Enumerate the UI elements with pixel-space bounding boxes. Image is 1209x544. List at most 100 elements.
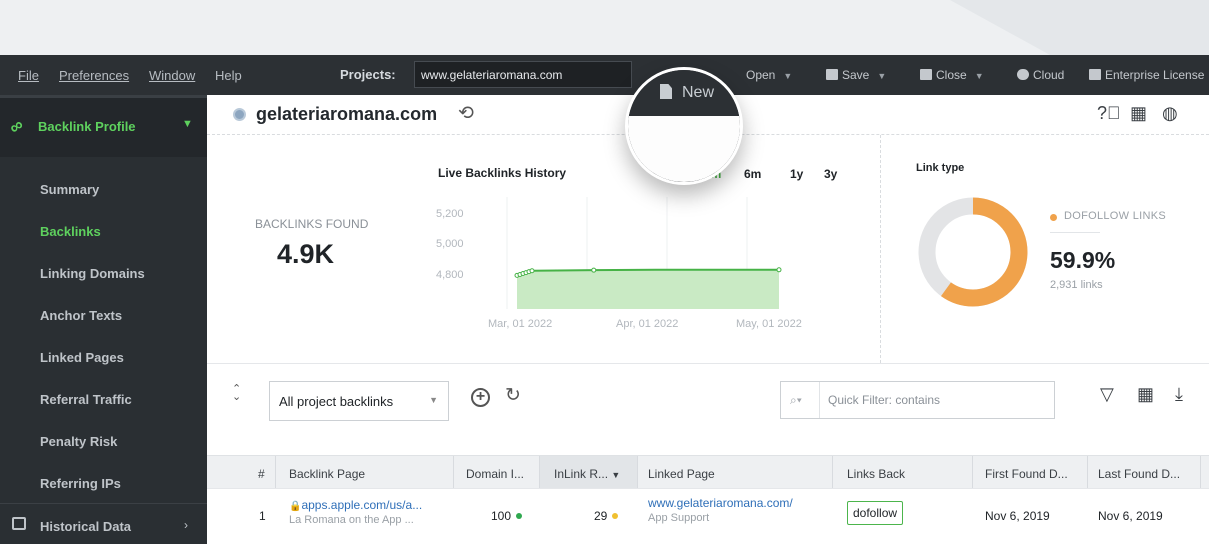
- dofollow-legend-label: DOFOLLOW LINKS: [1064, 210, 1166, 222]
- projects-label: Projects:: [340, 67, 396, 82]
- columns-icon[interactable]: ▦: [1137, 384, 1154, 405]
- save-button[interactable]: Save ▼: [826, 68, 886, 82]
- inlink-rank-value: 29: [594, 509, 619, 523]
- open-button[interactable]: Open ▼: [746, 68, 792, 82]
- column-header-first-found[interactable]: First Found D...: [985, 467, 1068, 481]
- link-icon: ∞: [5, 114, 28, 138]
- cloud-icon: [1017, 69, 1029, 80]
- menu-window[interactable]: Window: [149, 68, 195, 83]
- refresh-icon[interactable]: ↻: [505, 384, 521, 407]
- dofollow-percent: 59.9%: [1050, 247, 1116, 273]
- new-document-icon: [660, 84, 672, 99]
- chevron-down-icon: ▼: [974, 71, 984, 81]
- backlinks-found-value: 4.9K: [277, 239, 335, 269]
- new-button[interactable]: New: [660, 84, 714, 102]
- enterprise-license-button[interactable]: Enterprise License: [1089, 68, 1204, 82]
- new-label: New: [682, 84, 715, 101]
- save-icon: [826, 69, 838, 80]
- column-header-backlink-page[interactable]: Backlink Page: [289, 467, 365, 481]
- backlinks-found-label: BACKLINKS FOUND: [255, 217, 369, 231]
- menu-help[interactable]: Help: [215, 68, 242, 83]
- link-type-donut: [918, 197, 1028, 307]
- x-tick-label: Mar, 01 2022: [488, 318, 553, 330]
- divider: [1087, 456, 1088, 488]
- range-1y[interactable]: 1y: [790, 167, 803, 181]
- project-select[interactable]: www.gelateriaromana.com: [414, 61, 632, 88]
- filter-select-value: All project backlinks: [279, 394, 394, 409]
- column-header-label: InLink R...: [554, 467, 609, 481]
- quick-filter-input[interactable]: ⌕▾ Quick Filter: contains: [780, 381, 1055, 419]
- sidebar: ∞ Backlink Profile ▼ Summary Backlinks L…: [0, 95, 207, 544]
- menu-preferences[interactable]: Preferences: [59, 68, 129, 83]
- chevron-down-icon: ▼: [877, 71, 887, 81]
- x-tick-label: Apr, 01 2022: [616, 318, 679, 330]
- history-chart: [506, 197, 782, 309]
- backlink-url[interactable]: 🔒apps.apple.com/us/a...: [289, 498, 422, 512]
- y-tick-label: 5,000: [436, 238, 464, 250]
- linked-url[interactable]: www.gelateriaromana.com/: [648, 496, 793, 510]
- sidebar-item-summary[interactable]: Summary: [40, 182, 99, 197]
- save-label: Save: [842, 68, 870, 82]
- status-dot: [612, 513, 619, 519]
- expand-collapse-icon[interactable]: ⌃ ⌄: [232, 384, 241, 403]
- history-chart-title: Live Backlinks History: [438, 166, 567, 180]
- column-header-last-found[interactable]: Last Found D...: [1098, 467, 1180, 481]
- series-area: [517, 269, 779, 309]
- last-found-date: Nov 6, 2019: [1098, 509, 1163, 523]
- search-icon: ⌕▾: [790, 393, 802, 407]
- divider: [637, 456, 638, 488]
- divider: [972, 456, 973, 488]
- backlinks-filter-select[interactable]: All project backlinks ▼: [269, 381, 449, 421]
- column-header-inlink-rank[interactable]: InLink R... ▼: [554, 467, 620, 481]
- divider: [880, 135, 881, 363]
- sidebar-item-referral-traffic[interactable]: Referral Traffic: [40, 392, 132, 407]
- globe-icon[interactable]: ◍: [1162, 103, 1178, 124]
- site-favicon-icon: [233, 108, 246, 121]
- status-dot: [516, 513, 523, 519]
- data-point: [591, 267, 597, 273]
- app-window: File Preferences Window Help Projects: w…: [0, 55, 1209, 544]
- lock-icon: 🔒: [289, 501, 302, 512]
- sidebar-item-linked-pages[interactable]: Linked Pages: [40, 350, 124, 365]
- open-label: Open: [746, 68, 776, 82]
- download-icon[interactable]: ⤓: [1175, 384, 1183, 405]
- project-select-value: www.gelateriaromana.com: [421, 68, 563, 82]
- domain-inlink-text: 100: [491, 509, 512, 523]
- sidebar-item-linking-domains[interactable]: Linking Domains: [40, 266, 145, 281]
- table-header: # Backlink Page Domain I... InLink R... …: [207, 455, 1209, 488]
- cloud-button[interactable]: Cloud: [1017, 68, 1064, 82]
- data-point: [776, 267, 782, 273]
- divider: [1050, 232, 1100, 233]
- backlink-url-text: apps.apple.com/us/a...: [301, 498, 423, 512]
- divider: [453, 456, 454, 488]
- divider: [1200, 456, 1201, 488]
- help-icon[interactable]: ?⃝: [1097, 103, 1121, 124]
- filter-icon[interactable]: ▽: [1100, 384, 1114, 405]
- sidebar-section-backlink-profile[interactable]: ∞ Backlink Profile ▼: [0, 95, 207, 157]
- sidebar-item-historical-data[interactable]: Historical Data ›: [0, 503, 207, 544]
- add-icon[interactable]: +: [471, 388, 490, 407]
- range-3y[interactable]: 3y: [824, 167, 837, 181]
- link-type-title: Link type: [916, 162, 965, 174]
- range-6m[interactable]: 6m: [744, 167, 761, 181]
- sidebar-item-referring-ips[interactable]: Referring IPs: [40, 476, 121, 491]
- menu-file[interactable]: File: [18, 68, 39, 83]
- sidebar-item-backlinks[interactable]: Backlinks: [40, 224, 101, 239]
- sidebar-item-penalty-risk[interactable]: Penalty Risk: [40, 434, 117, 449]
- close-button[interactable]: Close ▼: [920, 68, 984, 82]
- x-tick-label: May, 01 2022: [736, 318, 802, 330]
- column-header-domain-inlink[interactable]: Domain I...: [466, 467, 524, 481]
- sync-icon[interactable]: ⟲: [458, 102, 474, 125]
- magnifier-callout: New: [625, 67, 743, 185]
- row-number: 1: [259, 509, 266, 523]
- calendar-icon[interactable]: ▦: [1130, 103, 1147, 124]
- magnifier-content-area: [628, 116, 740, 182]
- column-header-number[interactable]: #: [258, 467, 265, 481]
- cloud-label: Cloud: [1033, 68, 1065, 82]
- column-header-links-back[interactable]: Links Back: [847, 467, 905, 481]
- column-header-linked-page[interactable]: Linked Page: [648, 467, 715, 481]
- table-row[interactable]: 1 🔒apps.apple.com/us/a... La Romana on t…: [207, 488, 1209, 544]
- domain-inlink-value: 100: [491, 509, 523, 523]
- sidebar-item-anchor-texts[interactable]: Anchor Texts: [40, 308, 122, 323]
- close-label: Close: [936, 68, 967, 82]
